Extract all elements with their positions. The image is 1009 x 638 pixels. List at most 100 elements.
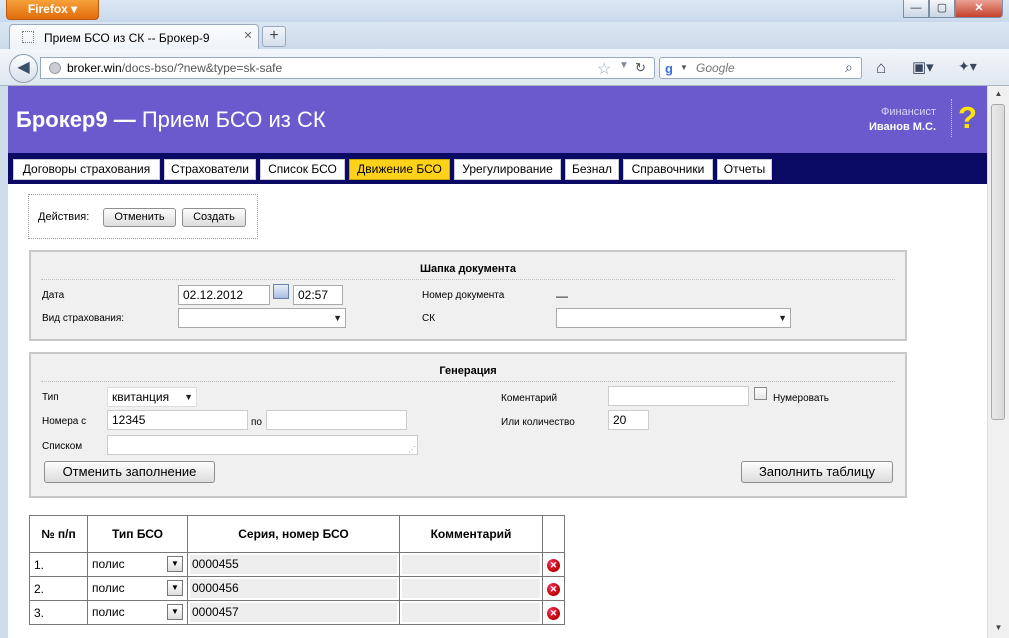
row-series-input[interactable]: 0000455 xyxy=(190,555,397,574)
numerate-label: Нумеровать xyxy=(773,393,830,404)
scroll-down-icon[interactable]: ▼ xyxy=(988,620,1009,636)
generation-panel: Генерация Тип квитанция ▼ Номера с 12345 … xyxy=(29,352,907,498)
comment-input[interactable] xyxy=(608,386,749,406)
row-comment-input[interactable] xyxy=(402,555,540,574)
clear-fill-button[interactable]: Отменить заполнение xyxy=(44,461,215,483)
page-scrollbar[interactable]: ▲ ▼ xyxy=(987,86,1009,638)
fill-table-button[interactable]: Заполнить таблицу xyxy=(741,461,893,483)
menu-item-bso-movement[interactable]: Движение БСО xyxy=(349,159,450,180)
menu-item-contracts[interactable]: Договоры страхования xyxy=(13,159,160,180)
main-menu: Договоры страхования Страхователи Список… xyxy=(8,153,987,184)
insurance-type-label: Вид страхования: xyxy=(42,313,125,324)
search-icon[interactable]: ⌕ xyxy=(845,59,853,76)
menu-item-bso-list[interactable]: Список БСО xyxy=(260,159,345,180)
doc-number-label: Номер документа xyxy=(422,290,505,301)
divider xyxy=(41,279,895,280)
cancel-button[interactable]: Отменить xyxy=(103,208,176,227)
page-favicon-icon xyxy=(22,31,34,43)
row-comment-input[interactable] xyxy=(402,579,540,598)
numbers-from-label: Номера с xyxy=(42,416,87,427)
create-button[interactable]: Создать xyxy=(182,208,246,227)
menu-item-insured[interactable]: Страхователи xyxy=(164,159,256,180)
row-number: 2. xyxy=(29,576,88,601)
addon-icon[interactable]: ✦▾ xyxy=(958,58,977,75)
doc-number-value: — xyxy=(556,289,568,303)
new-tab-button[interactable]: + xyxy=(262,26,286,47)
row-type-cell: полис ▼ xyxy=(87,600,188,625)
numbers-to-input[interactable] xyxy=(266,410,407,430)
insurance-type-select[interactable]: ▼ xyxy=(178,308,346,328)
list-label: Списком xyxy=(42,441,83,452)
reload-icon[interactable]: ↻ xyxy=(635,60,646,76)
bso-type-select[interactable]: квитанция ▼ xyxy=(107,387,197,407)
row-type-cell: полис ▼ xyxy=(87,576,188,601)
tab-title: Прием БСО из СК -- Брокер-9 xyxy=(44,31,210,45)
page-title: Брокер9 — Прием БСО из СК xyxy=(16,107,326,132)
column-header-number: № п/п xyxy=(29,515,88,553)
scrollbar-thumb[interactable] xyxy=(991,104,1005,420)
row-type-select[interactable]: полис ▼ xyxy=(91,603,183,622)
bso-table: № п/п Тип БСО Серия, номер БСО Комментар… xyxy=(29,515,565,625)
back-arrow-icon[interactable]: ◀ xyxy=(9,54,38,83)
row-series-input[interactable]: 0000457 xyxy=(190,603,397,622)
help-icon[interactable]: ? xyxy=(951,99,977,137)
divider xyxy=(41,381,895,382)
search-bar[interactable]: g ▼ Google ⌕ xyxy=(659,57,862,79)
bookmarks-icon[interactable]: ▣▾ xyxy=(912,58,934,76)
table-row: 1. полис ▼ 0000455 ✕ xyxy=(29,552,565,577)
table-row: 2. полис ▼ 0000456 ✕ xyxy=(29,576,565,601)
table-row: 3. полис ▼ 0000457 ✕ xyxy=(29,600,565,625)
row-type-select[interactable]: полис ▼ xyxy=(91,579,183,598)
close-window-button[interactable]: ✕ xyxy=(955,0,1003,18)
chevron-down-icon[interactable]: ▼ xyxy=(167,556,183,572)
numbers-from-input[interactable]: 12345 xyxy=(107,410,248,430)
chevron-down-icon: ▼ xyxy=(333,313,342,323)
date-input[interactable]: 02.12.2012 xyxy=(178,285,270,305)
menu-item-cashless[interactable]: Безнал xyxy=(565,159,619,180)
resize-grip-icon[interactable]: ⋰ xyxy=(408,445,416,454)
url-history-dropdown-icon[interactable]: ▼ xyxy=(619,60,629,71)
home-icon[interactable]: ⌂ xyxy=(876,58,886,78)
menu-item-settlement[interactable]: Урегулирование xyxy=(454,159,561,180)
delete-row-icon[interactable]: ✕ xyxy=(547,583,560,596)
row-series-input[interactable]: 0000456 xyxy=(190,579,397,598)
minimize-button[interactable]: — xyxy=(903,0,929,18)
menu-item-reports[interactable]: Отчеты xyxy=(717,159,772,180)
search-engine-dropdown-icon[interactable]: ▼ xyxy=(680,63,688,72)
date-label: Дата xyxy=(42,290,65,301)
row-type-cell: полис ▼ xyxy=(87,552,188,577)
chevron-down-icon[interactable]: ▼ xyxy=(167,604,183,620)
row-series-cell: 0000456 xyxy=(187,576,400,601)
sk-select[interactable]: ▼ xyxy=(556,308,791,328)
row-series-cell: 0000457 xyxy=(187,600,400,625)
row-comment-input[interactable] xyxy=(402,603,540,622)
list-textarea[interactable] xyxy=(107,435,418,455)
row-comment-cell xyxy=(399,552,543,577)
time-input[interactable]: 02:57 xyxy=(293,285,343,305)
row-action-cell: ✕ xyxy=(542,576,565,601)
count-input[interactable]: 20 xyxy=(608,410,649,430)
maximize-button[interactable]: ▢ xyxy=(929,0,955,18)
user-name[interactable]: Иванов М.С. xyxy=(836,121,936,133)
firefox-menu-button[interactable]: Firefox ▾ xyxy=(6,0,99,20)
delete-row-icon[interactable]: ✕ xyxy=(547,607,560,620)
numerate-checkbox[interactable] xyxy=(754,387,767,400)
scroll-up-icon[interactable]: ▲ xyxy=(988,86,1009,102)
document-header-title: Шапка документа xyxy=(419,263,517,275)
bookmark-star-icon[interactable]: ☆ xyxy=(597,59,611,79)
browser-tab[interactable]: Прием БСО из СК -- Брокер-9 ✕ xyxy=(9,24,259,49)
row-action-cell: ✕ xyxy=(542,600,565,625)
row-number: 1. xyxy=(29,552,88,577)
menu-item-directories[interactable]: Справочники xyxy=(623,159,713,180)
column-header-actions xyxy=(542,515,565,553)
column-header-comment: Комментарий xyxy=(399,515,543,553)
row-number: 3. xyxy=(29,600,88,625)
row-type-select[interactable]: полис ▼ xyxy=(91,555,183,574)
address-bar[interactable]: broker.win/docs-bso/?new&type=sk-safe ☆ … xyxy=(40,57,655,79)
calendar-icon[interactable] xyxy=(273,284,289,299)
chevron-down-icon[interactable]: ▼ xyxy=(167,580,183,596)
tab-close-icon[interactable]: ✕ xyxy=(242,30,254,42)
actions-label: Действия: xyxy=(38,211,90,223)
google-icon[interactable]: g xyxy=(665,61,673,76)
delete-row-icon[interactable]: ✕ xyxy=(547,559,560,572)
